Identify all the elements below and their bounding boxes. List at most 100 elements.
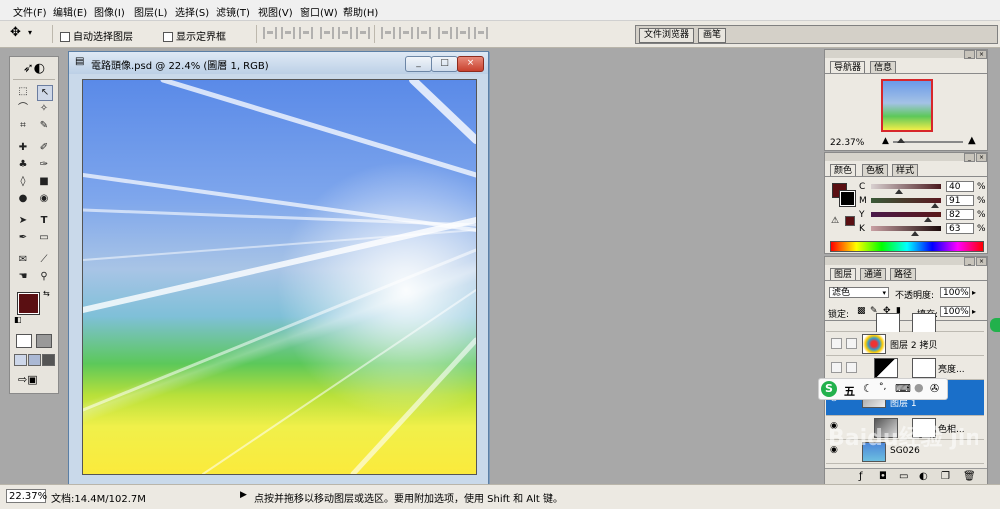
marquee-tool-icon[interactable]: ⬚ [16, 85, 30, 99]
status-zoom-input[interactable]: 22.37% [6, 489, 47, 503]
layer-style-icon[interactable]: ƒ [859, 471, 863, 482]
navigator-titlebar[interactable] [825, 50, 987, 58]
distribute-left-icon[interactable] [438, 27, 452, 39]
crop-tool-icon[interactable]: ⌗ [16, 119, 30, 133]
menu-file[interactable]: 文件(F) [13, 4, 47, 19]
notes-tool-icon[interactable]: ✉ [16, 253, 30, 267]
menu-image[interactable]: 图像(I) [94, 4, 125, 19]
layer-row-partial[interactable] [826, 313, 984, 333]
gradient-tool-icon[interactable]: ■ [37, 175, 51, 189]
dodge-tool-icon[interactable]: ◉ [37, 192, 51, 206]
color-background-swatch[interactable] [839, 190, 856, 207]
image-canvas[interactable] [82, 79, 477, 475]
distribute-right-icon[interactable] [474, 27, 488, 39]
move-tool-icon[interactable]: ✥ [10, 25, 21, 40]
align-top-icon[interactable] [263, 27, 277, 39]
close-button[interactable]: × [457, 56, 484, 72]
tab-file-browser[interactable]: 文件浏览器 [639, 28, 695, 43]
foreground-color-swatch[interactable] [17, 292, 40, 315]
tool-preset-chevron-icon[interactable]: ▾ [28, 28, 32, 37]
hand-tool-icon[interactable]: ☚ [16, 270, 30, 284]
menu-view[interactable]: 视图(V) [258, 4, 293, 19]
swap-colors-icon[interactable]: ⇆ [43, 289, 50, 298]
zoom-in-icon[interactable]: ▲ [968, 135, 976, 146]
layer-link-toggle[interactable] [846, 362, 857, 373]
tab-brushes[interactable]: 画笔 [698, 28, 727, 43]
status-arrow-icon[interactable]: ▶ [240, 490, 247, 500]
auto-select-checkbox[interactable]: 自动选择图层 [60, 28, 133, 43]
channel-slider[interactable] [871, 226, 941, 231]
opacity-input[interactable]: 100% [940, 287, 970, 298]
channel-value-input[interactable]: 91 [946, 195, 974, 206]
fill-input[interactable]: 100% [940, 306, 970, 317]
channel-value-input[interactable]: 40 [946, 181, 974, 192]
wrench-icon[interactable]: ✇ [930, 382, 939, 395]
history-brush-icon[interactable]: ✑ [37, 158, 51, 172]
eraser-tool-icon[interactable]: ◊ [16, 175, 30, 189]
user-icon[interactable]: ● [914, 381, 924, 394]
fill-arrow-icon[interactable]: ▸ [972, 307, 976, 316]
magic-wand-tool-icon[interactable]: ✧ [37, 102, 51, 116]
distribute-vcenter-icon[interactable] [399, 27, 413, 39]
layers-titlebar[interactable] [825, 257, 987, 265]
channel-slider-thumb[interactable] [930, 203, 939, 208]
menu-select[interactable]: 选择(S) [175, 4, 209, 19]
path-select-icon[interactable]: ➤ [16, 214, 30, 228]
moon-icon[interactable]: ☾ [863, 382, 873, 395]
panel-minimize-icon[interactable]: _ [964, 257, 975, 266]
status-doc-size[interactable]: 文档:14.4M/102.7M [51, 490, 146, 505]
align-hcenter-icon[interactable] [338, 27, 352, 39]
channel-slider[interactable] [871, 184, 941, 189]
brush-tool-icon[interactable]: ✐ [37, 141, 51, 155]
gamut-color-swatch[interactable] [845, 216, 855, 226]
new-layer-icon[interactable]: ❐ [941, 471, 950, 482]
punctuation-icon[interactable]: °, [879, 382, 886, 392]
blend-mode-select[interactable]: 滤色 ▾ [829, 287, 889, 298]
panel-close-icon[interactable]: × [976, 50, 987, 59]
navigator-thumbnail[interactable] [881, 79, 933, 132]
channel-value-input[interactable]: 82 [946, 209, 974, 220]
align-right-icon[interactable] [356, 27, 370, 39]
opacity-arrow-icon[interactable]: ▸ [972, 288, 976, 297]
healing-brush-icon[interactable]: ✚ [16, 141, 30, 155]
channel-value-input[interactable]: 63 [946, 223, 974, 234]
color-spectrum-bar[interactable] [830, 241, 984, 252]
move-tool-selected-icon[interactable]: ↖ [37, 85, 53, 101]
slice-tool-icon[interactable]: ✎ [37, 119, 51, 133]
channel-slider-thumb[interactable] [911, 231, 920, 236]
color-titlebar[interactable] [825, 153, 987, 161]
zoom-tool-icon[interactable]: ⚲ [37, 270, 51, 284]
document-titlebar[interactable]: ▤ 電路頭像.psd @ 22.4% (圖層 1, RGB) _ □ × [69, 52, 488, 74]
panel-minimize-icon[interactable]: _ [964, 153, 975, 162]
menu-layer[interactable]: 图层(L) [134, 4, 167, 19]
navigator-zoom-slider[interactable] [897, 138, 905, 143]
channel-slider-thumb[interactable] [895, 189, 903, 194]
menu-filter[interactable]: 滤镜(T) [216, 4, 250, 19]
blur-tool-icon[interactable]: ● [16, 192, 30, 206]
zoom-out-icon[interactable]: ▲ [882, 136, 889, 146]
pen-tool-icon[interactable]: ✒ [16, 231, 30, 245]
layer-visibility-toggle[interactable] [831, 362, 842, 373]
jump-to-imageready-icon[interactable]: ⇨▣ [18, 373, 38, 386]
clone-stamp-icon[interactable]: ♣ [16, 158, 30, 172]
distribute-bottom-icon[interactable] [417, 27, 431, 39]
lock-transparency-icon[interactable]: ▩ [857, 306, 866, 316]
layer-link-toggle[interactable] [846, 338, 857, 349]
menu-edit[interactable]: 编辑(E) [53, 4, 87, 19]
screen-mode-full-menu-icon[interactable] [28, 354, 41, 366]
gamut-warning-icon[interactable]: ⚠ [831, 216, 839, 226]
add-mask-icon[interactable]: ◘ [879, 471, 887, 482]
side-float-icon[interactable] [990, 318, 1000, 332]
shape-tool-icon[interactable]: ▭ [37, 231, 51, 245]
new-set-icon[interactable]: ▭ [899, 471, 908, 482]
standard-mode-icon[interactable] [16, 334, 32, 348]
channel-slider-thumb[interactable] [924, 217, 933, 222]
sogou-logo-icon[interactable]: S [821, 381, 837, 397]
menu-help[interactable]: 帮助(H) [343, 4, 378, 19]
show-bounds-checkbox[interactable]: 显示定界框 [163, 28, 226, 43]
lasso-tool-icon[interactable]: ⌒ [16, 102, 30, 116]
screen-mode-standard-icon[interactable] [14, 354, 27, 366]
adobe-logo-icon[interactable]: ➶◐ [13, 59, 55, 80]
navigator-zoom[interactable]: 22.37% [830, 138, 864, 148]
default-colors-icon[interactable]: ◧ [14, 315, 22, 324]
